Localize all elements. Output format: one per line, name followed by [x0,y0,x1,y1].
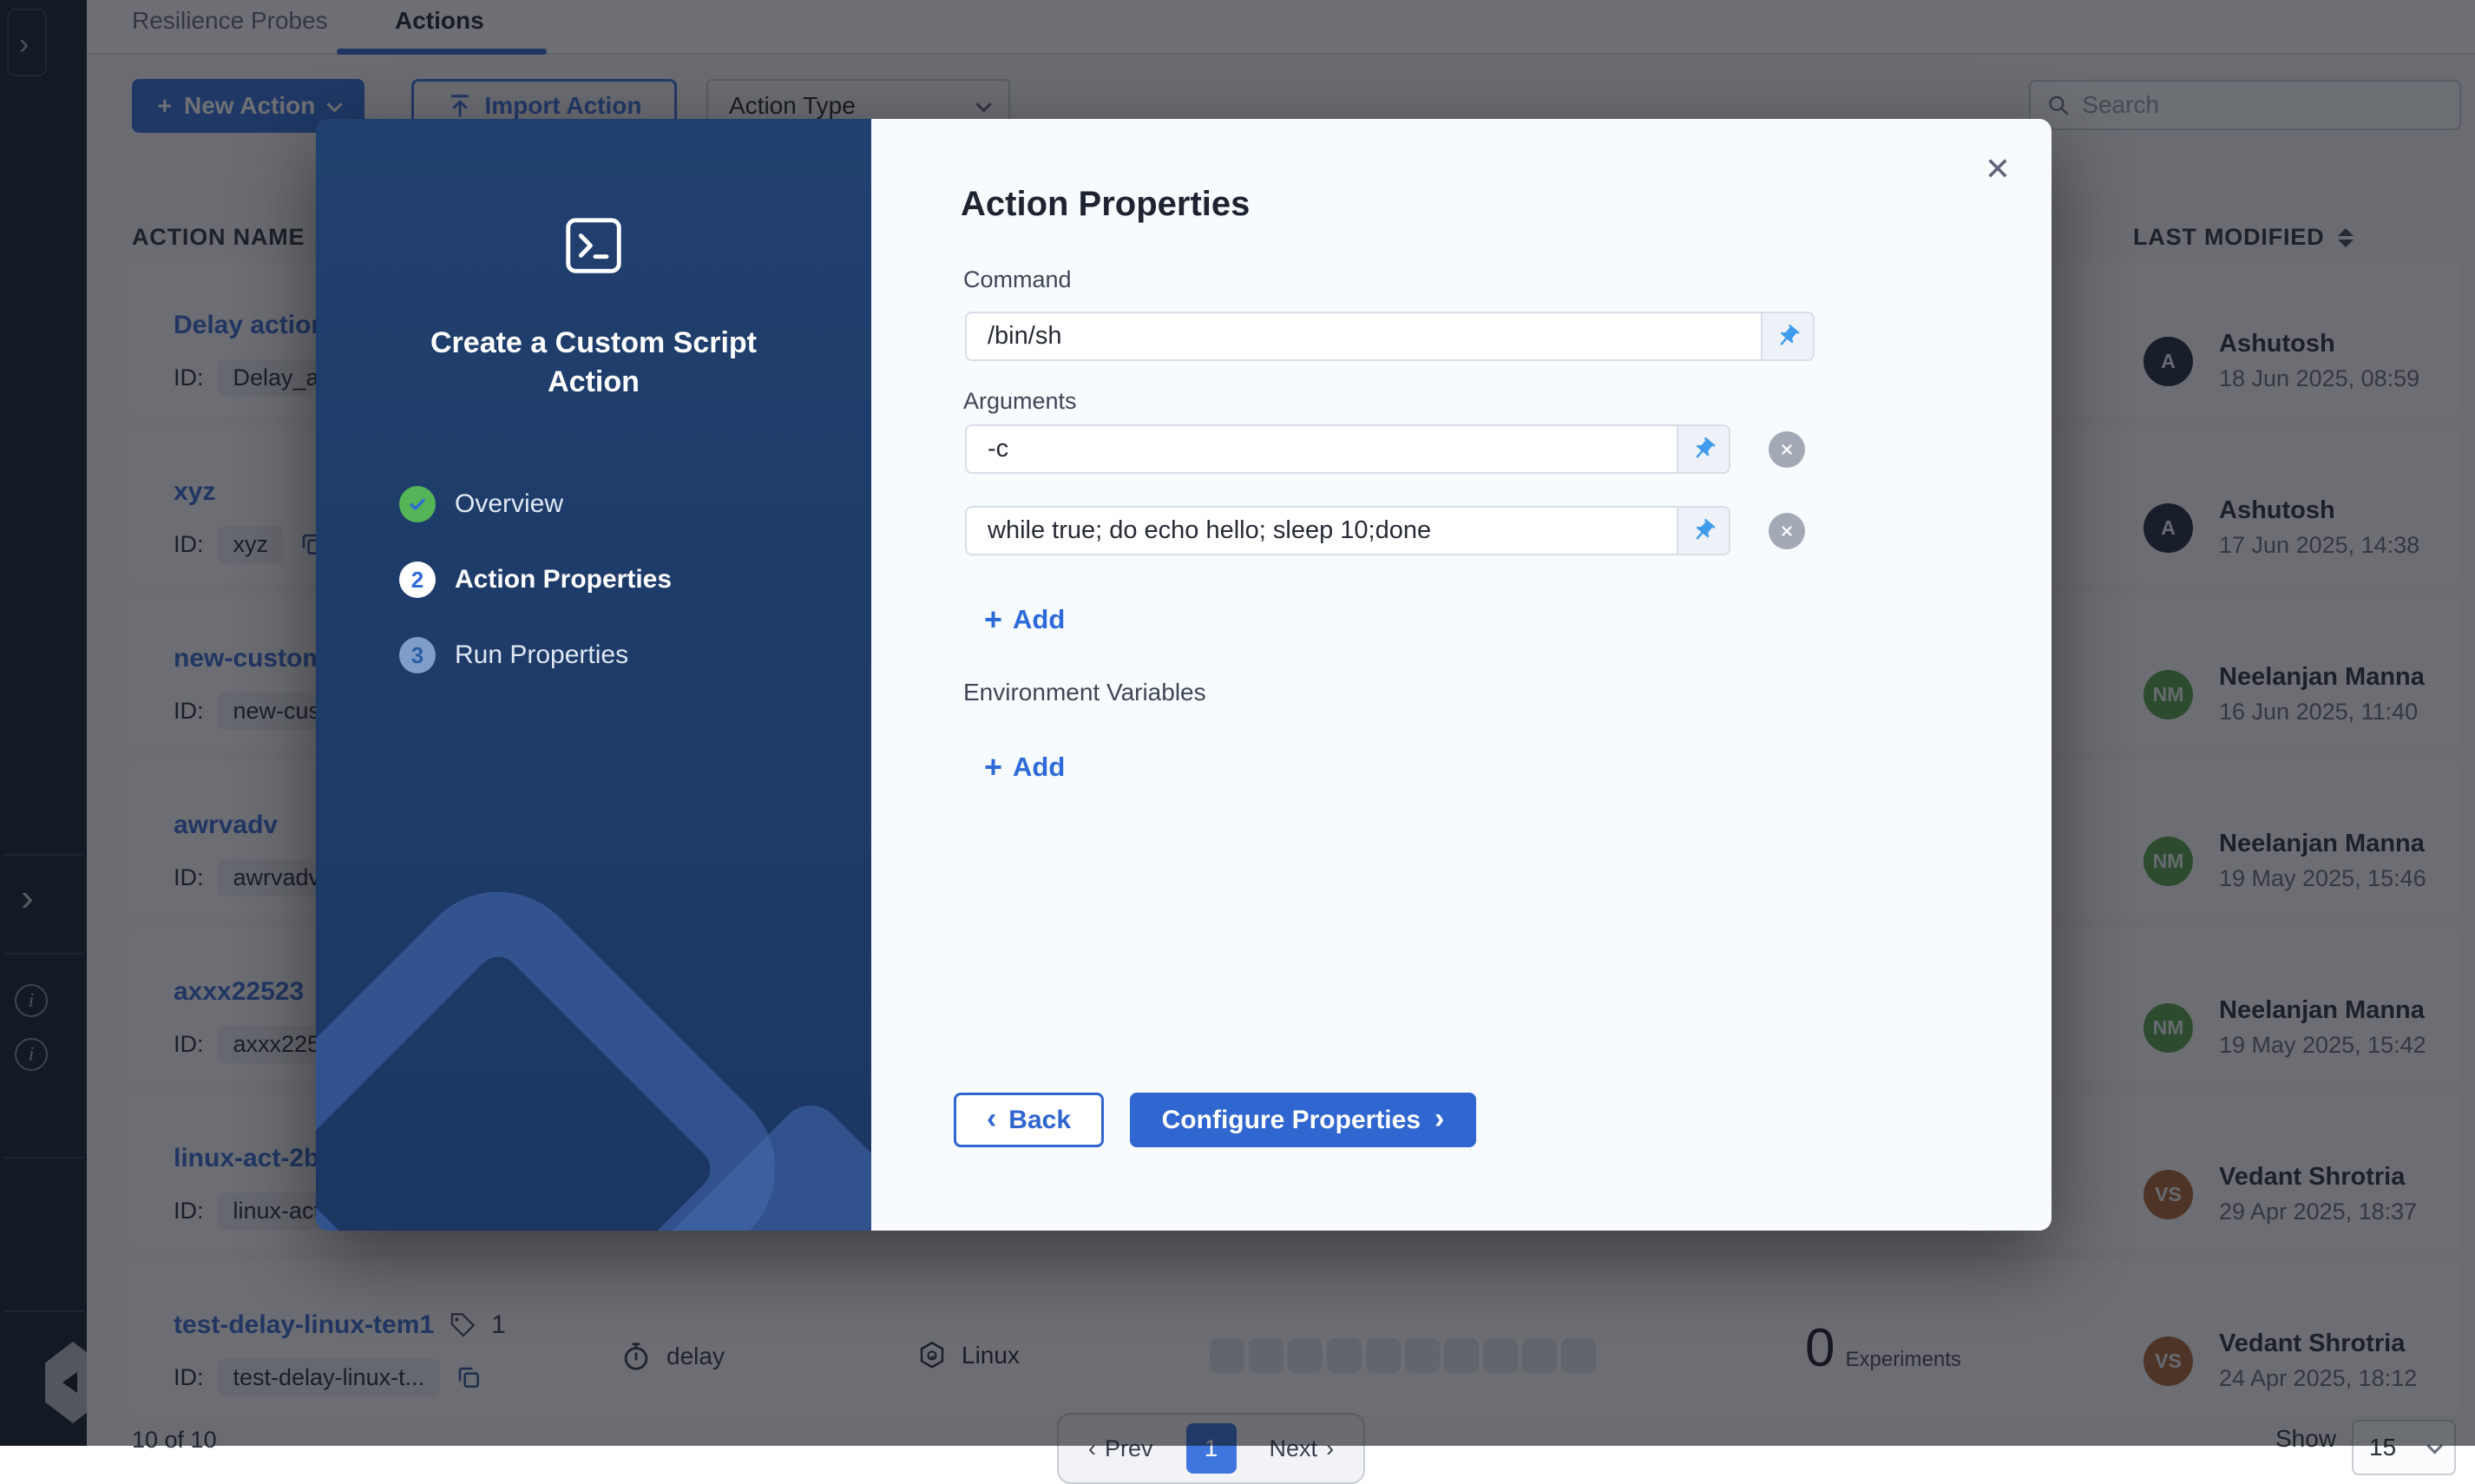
configure-properties-button[interactable]: Configure Properties › [1130,1093,1476,1147]
close-icon [1779,442,1795,457]
action-properties-form: Action Properties ✕ Command Arguments [871,119,2052,1231]
command-label: Command [963,266,1072,293]
argument-row [965,424,1805,474]
wizard-panel: Create a Custom Script Action Overview 2… [316,119,871,1231]
chevron-right-icon: › [1434,1104,1444,1133]
pin-icon [1775,324,1801,350]
argument-input[interactable] [967,426,1677,472]
environment-variables-label: Environment Variables [963,679,1206,706]
argument-input[interactable] [967,508,1677,554]
close-icon [1779,523,1795,539]
step-done-check-icon [399,486,436,522]
plus-icon: + [984,601,1002,638]
close-icon[interactable]: ✕ [1975,147,2020,192]
remove-argument-button[interactable] [1769,513,1805,549]
chevron-left-icon: ‹ [987,1104,996,1133]
command-field [965,312,1815,361]
step-run-properties[interactable]: 3 Run Properties [399,637,672,673]
wizard-steps: Overview 2 Action Properties 3 Run Prope… [399,486,672,712]
pin-button[interactable] [1761,313,1813,359]
arguments-label: Arguments [963,388,1077,415]
add-env-variable-button[interactable]: + Add [984,749,1065,785]
pin-button[interactable] [1677,508,1729,554]
step-number: 3 [399,637,436,673]
wizard-title: Create a Custom Script Action [403,324,785,402]
argument-field [965,424,1730,474]
argument-field [965,506,1730,555]
form-title: Action Properties [961,185,1250,224]
back-button[interactable]: ‹ Back [954,1093,1104,1147]
command-input[interactable] [967,313,1761,359]
argument-row [965,506,1805,555]
add-argument-button[interactable]: + Add [984,601,1065,638]
pin-icon [1690,437,1717,463]
remove-argument-button[interactable] [1769,431,1805,468]
create-custom-script-action-modal: Create a Custom Script Action Overview 2… [316,119,2052,1231]
step-overview[interactable]: Overview [399,486,672,522]
step-number: 2 [399,561,436,598]
terminal-icon [560,212,627,279]
pin-icon [1690,518,1717,544]
form-footer: ‹ Back Configure Properties › [954,1093,1476,1147]
plus-icon: + [984,749,1002,785]
step-action-properties[interactable]: 2 Action Properties [399,561,672,598]
pin-button[interactable] [1677,426,1729,472]
